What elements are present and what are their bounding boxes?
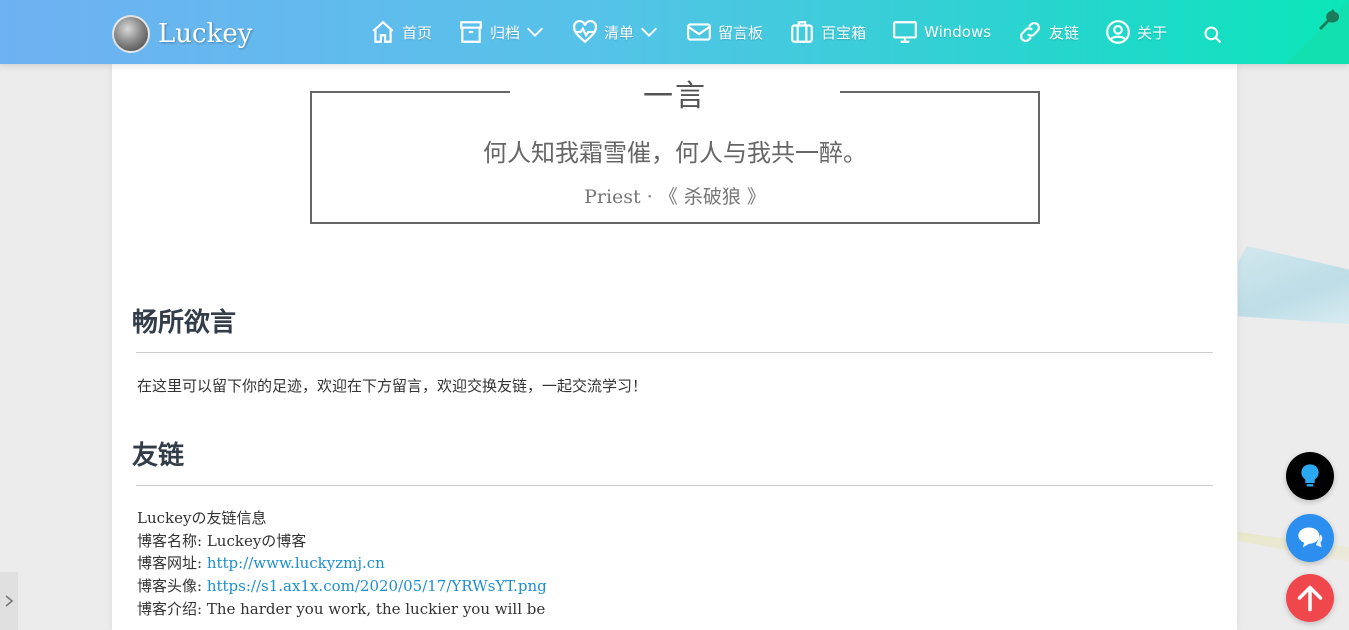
nav-label: 友链	[1049, 23, 1080, 42]
background-decoration	[1238, 246, 1349, 324]
divider	[136, 352, 1213, 353]
home-icon	[372, 20, 394, 43]
user-circle-icon	[1106, 20, 1130, 44]
search-button[interactable]	[1203, 25, 1223, 45]
blog-url-link[interactable]: http://www.luckyzmj.cn	[207, 554, 385, 572]
suitcase-icon	[791, 21, 813, 43]
archive-icon	[460, 21, 482, 43]
nav-item-guestbook[interactable]: 留言板	[686, 19, 763, 45]
heartbeat-icon	[573, 19, 597, 44]
friend-link-info: Luckeyの友链信息 博客名称: Luckeyの博客 博客网址: http:/…	[137, 507, 547, 621]
quote-title: 一言	[510, 71, 840, 115]
quote-author: Priest · 《 杀破狼 》	[584, 186, 766, 208]
blog-avatar-link[interactable]: https://s1.ax1x.com/2020/05/17/YRWsYT.pn…	[207, 577, 547, 595]
info-row-intro: 博客介绍: The harder you work, the luckier y…	[137, 599, 546, 618]
link-icon	[1020, 22, 1041, 42]
nav-label: 首页	[402, 23, 433, 42]
arrow-up-icon	[1297, 585, 1323, 612]
info-row-avatar: 博客头像: https://s1.ax1x.com/2020/05/17/YRW…	[137, 577, 547, 596]
nav-item-home[interactable]: 首页	[370, 19, 432, 45]
nav-item-archive[interactable]: 归档	[458, 19, 546, 45]
nav-label: Windows	[924, 23, 992, 41]
brand-name: Luckey	[158, 19, 253, 49]
main-nav: 首页 归档 清单 留言板 百宝箱 Windows 友链 关于	[370, 0, 1193, 64]
divider	[136, 485, 1213, 486]
chevron-down-icon	[527, 27, 544, 37]
chat-button[interactable]	[1286, 514, 1334, 562]
back-to-top-button[interactable]	[1286, 574, 1334, 622]
info-heading: Luckeyの友链信息	[137, 509, 267, 527]
chevron-down-icon	[641, 27, 658, 37]
nav-item-about[interactable]: 关于	[1105, 19, 1167, 45]
github-corner[interactable]	[1285, 0, 1349, 64]
envelope-icon	[687, 23, 711, 41]
lightbulb-icon	[1301, 464, 1319, 487]
nav-item-friend-links[interactable]: 友链	[1017, 19, 1079, 45]
octocat-icon	[1319, 9, 1339, 30]
nav-label: 关于	[1137, 23, 1168, 42]
info-row-url: 博客网址: http://www.luckyzmj.cn	[137, 554, 385, 573]
idea-button[interactable]	[1286, 452, 1334, 500]
nav-item-list[interactable]: 清单	[572, 19, 660, 45]
brand-logo-link[interactable]: Luckey	[112, 14, 252, 54]
nav-label: 百宝箱	[821, 23, 867, 42]
nav-label: 归档	[490, 23, 521, 42]
desktop-icon	[893, 21, 917, 43]
nav-item-windows[interactable]: Windows	[892, 19, 991, 45]
top-navbar: Luckey 首页 归档 清单 留言板 百宝箱 Windows 友链 关于	[0, 0, 1349, 64]
nav-label: 留言板	[718, 23, 764, 42]
comments-icon	[1298, 527, 1323, 548]
guestbook-intro-text: 在这里可以留下你的足迹，欢迎在下方留言，欢迎交换友链，一起交流学习！	[137, 377, 648, 395]
section-title-friend-links: 友链	[132, 441, 185, 471]
info-row-name: 博客名称: Luckeyの博客	[137, 531, 307, 550]
nav-label: 清单	[604, 23, 635, 42]
avatar	[112, 15, 150, 53]
quote-text: 何人知我霜雪催，何人与我共一醉。	[483, 139, 867, 167]
main-content-card: 一言 何人知我霜雪催，何人与我共一醉。 Priest · 《 杀破狼 》 畅所欲…	[112, 64, 1237, 630]
search-icon	[1204, 26, 1222, 44]
nav-item-toolbox[interactable]: 百宝箱	[789, 19, 866, 45]
chevron-right-icon	[5, 595, 14, 607]
section-title-guestbook: 畅所欲言	[132, 308, 237, 338]
quote-box: 一言 何人知我霜雪催，何人与我共一醉。 Priest · 《 杀破狼 》	[310, 71, 1040, 224]
sidebar-toggle[interactable]	[0, 572, 18, 630]
